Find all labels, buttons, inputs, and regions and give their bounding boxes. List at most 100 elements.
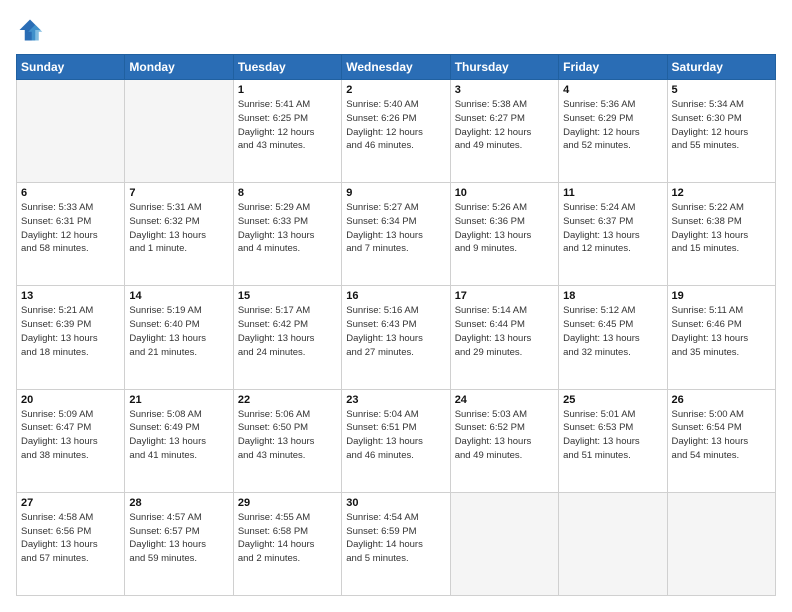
day-header-saturday: Saturday bbox=[667, 55, 775, 80]
day-info: Sunrise: 5:08 AM Sunset: 6:49 PM Dayligh… bbox=[129, 408, 228, 463]
day-cell: 20 Sunrise: 5:09 AM Sunset: 6:47 PM Dayli… bbox=[17, 389, 125, 492]
day-header-sunday: Sunday bbox=[17, 55, 125, 80]
day-cell: 1Sunrise: 5:41 AM Sunset: 6:25 PM Daylig… bbox=[233, 80, 341, 183]
day-number: 4 bbox=[563, 84, 662, 96]
day-header-tuesday: Tuesday bbox=[233, 55, 341, 80]
day-header-friday: Friday bbox=[559, 55, 667, 80]
day-info: Sunrise: 5:21 AM Sunset: 6:39 PM Dayligh… bbox=[21, 304, 120, 359]
day-info: Sunrise: 5:22 AM Sunset: 6:38 PM Dayligh… bbox=[672, 201, 771, 256]
day-cell bbox=[17, 80, 125, 183]
day-cell: 30 Sunrise: 4:54 AM Sunset: 6:59 PM Dayli… bbox=[342, 492, 450, 595]
day-info: Sunrise: 4:58 AM Sunset: 6:56 PM Dayligh… bbox=[21, 511, 120, 566]
day-cell bbox=[667, 492, 775, 595]
day-cell bbox=[559, 492, 667, 595]
day-info: Sunrise: 4:57 AM Sunset: 6:57 PM Dayligh… bbox=[129, 511, 228, 566]
day-number: 9 bbox=[346, 187, 445, 199]
week-row-5: 27 Sunrise: 4:58 AM Sunset: 6:56 PM Dayli… bbox=[17, 492, 776, 595]
day-number: 2 bbox=[346, 84, 445, 96]
calendar-table: SundayMondayTuesdayWednesdayThursdayFrid… bbox=[16, 54, 776, 596]
day-cell: 18 Sunrise: 5:12 AM Sunset: 6:45 PM Dayli… bbox=[559, 286, 667, 389]
day-number: 25 bbox=[563, 394, 662, 406]
day-info: Sunrise: 5:04 AM Sunset: 6:51 PM Dayligh… bbox=[346, 408, 445, 463]
day-header-monday: Monday bbox=[125, 55, 233, 80]
day-cell: 29Sunrise: 4:55 AM Sunset: 6:58 PM Dayli… bbox=[233, 492, 341, 595]
day-cell: 22 Sunrise: 5:06 AM Sunset: 6:50 PM Dayli… bbox=[233, 389, 341, 492]
day-cell: 10 Sunrise: 5:26 AM Sunset: 6:36 PM Dayli… bbox=[450, 183, 558, 286]
day-number: 24 bbox=[455, 394, 554, 406]
day-number: 15 bbox=[238, 290, 337, 302]
day-cell: 27 Sunrise: 4:58 AM Sunset: 6:56 PM Dayli… bbox=[17, 492, 125, 595]
day-number: 28 bbox=[129, 497, 228, 509]
day-number: 8 bbox=[238, 187, 337, 199]
day-cell: 17 Sunrise: 5:14 AM Sunset: 6:44 PM Dayli… bbox=[450, 286, 558, 389]
day-number: 30 bbox=[346, 497, 445, 509]
day-info: Sunrise: 4:54 AM Sunset: 6:59 PM Dayligh… bbox=[346, 511, 445, 566]
day-cell: 5 Sunrise: 5:34 AM Sunset: 6:30 PM Daylig… bbox=[667, 80, 775, 183]
day-number: 22 bbox=[238, 394, 337, 406]
day-cell: 16Sunrise: 5:16 AM Sunset: 6:43 PM Dayli… bbox=[342, 286, 450, 389]
day-number: 27 bbox=[21, 497, 120, 509]
day-info: Sunrise: 5:27 AM Sunset: 6:34 PM Dayligh… bbox=[346, 201, 445, 256]
logo-icon bbox=[16, 16, 44, 44]
day-info: Sunrise: 5:38 AM Sunset: 6:27 PM Dayligh… bbox=[455, 98, 554, 153]
day-cell: 15Sunrise: 5:17 AM Sunset: 6:42 PM Dayli… bbox=[233, 286, 341, 389]
logo bbox=[16, 16, 48, 44]
day-info: Sunrise: 5:36 AM Sunset: 6:29 PM Dayligh… bbox=[563, 98, 662, 153]
day-number: 14 bbox=[129, 290, 228, 302]
day-info: Sunrise: 5:06 AM Sunset: 6:50 PM Dayligh… bbox=[238, 408, 337, 463]
day-number: 13 bbox=[21, 290, 120, 302]
day-cell bbox=[450, 492, 558, 595]
day-number: 26 bbox=[672, 394, 771, 406]
day-info: Sunrise: 5:24 AM Sunset: 6:37 PM Dayligh… bbox=[563, 201, 662, 256]
day-number: 23 bbox=[346, 394, 445, 406]
week-row-2: 6 Sunrise: 5:33 AM Sunset: 6:31 PM Daylig… bbox=[17, 183, 776, 286]
day-info: Sunrise: 5:12 AM Sunset: 6:45 PM Dayligh… bbox=[563, 304, 662, 359]
day-cell: 26Sunrise: 5:00 AM Sunset: 6:54 PM Dayli… bbox=[667, 389, 775, 492]
day-info: Sunrise: 5:33 AM Sunset: 6:31 PM Dayligh… bbox=[21, 201, 120, 256]
day-number: 12 bbox=[672, 187, 771, 199]
day-info: Sunrise: 5:09 AM Sunset: 6:47 PM Dayligh… bbox=[21, 408, 120, 463]
day-header-wednesday: Wednesday bbox=[342, 55, 450, 80]
day-number: 21 bbox=[129, 394, 228, 406]
day-cell: 9 Sunrise: 5:27 AM Sunset: 6:34 PM Daylig… bbox=[342, 183, 450, 286]
day-number: 6 bbox=[21, 187, 120, 199]
day-number: 18 bbox=[563, 290, 662, 302]
day-info: Sunrise: 5:26 AM Sunset: 6:36 PM Dayligh… bbox=[455, 201, 554, 256]
day-number: 11 bbox=[563, 187, 662, 199]
day-number: 5 bbox=[672, 84, 771, 96]
day-cell: 19 Sunrise: 5:11 AM Sunset: 6:46 PM Dayli… bbox=[667, 286, 775, 389]
day-number: 7 bbox=[129, 187, 228, 199]
week-row-4: 20 Sunrise: 5:09 AM Sunset: 6:47 PM Dayli… bbox=[17, 389, 776, 492]
day-cell: 25 Sunrise: 5:01 AM Sunset: 6:53 PM Dayli… bbox=[559, 389, 667, 492]
day-info: Sunrise: 5:14 AM Sunset: 6:44 PM Dayligh… bbox=[455, 304, 554, 359]
day-cell: 8 Sunrise: 5:29 AM Sunset: 6:33 PM Daylig… bbox=[233, 183, 341, 286]
day-number: 1 bbox=[238, 84, 337, 96]
day-info: Sunrise: 5:11 AM Sunset: 6:46 PM Dayligh… bbox=[672, 304, 771, 359]
day-cell: 7Sunrise: 5:31 AM Sunset: 6:32 PM Daylig… bbox=[125, 183, 233, 286]
day-number: 3 bbox=[455, 84, 554, 96]
day-cell: 21 Sunrise: 5:08 AM Sunset: 6:49 PM Dayli… bbox=[125, 389, 233, 492]
day-cell: 14 Sunrise: 5:19 AM Sunset: 6:40 PM Dayli… bbox=[125, 286, 233, 389]
day-info: Sunrise: 5:16 AM Sunset: 6:43 PM Dayligh… bbox=[346, 304, 445, 359]
day-cell: 13 Sunrise: 5:21 AM Sunset: 6:39 PM Dayli… bbox=[17, 286, 125, 389]
day-number: 17 bbox=[455, 290, 554, 302]
calendar-header-row: SundayMondayTuesdayWednesdayThursdayFrid… bbox=[17, 55, 776, 80]
day-cell: 6 Sunrise: 5:33 AM Sunset: 6:31 PM Daylig… bbox=[17, 183, 125, 286]
day-cell: 4 Sunrise: 5:36 AM Sunset: 6:29 PM Daylig… bbox=[559, 80, 667, 183]
day-cell: 28 Sunrise: 4:57 AM Sunset: 6:57 PM Dayli… bbox=[125, 492, 233, 595]
day-number: 20 bbox=[21, 394, 120, 406]
day-cell: 12 Sunrise: 5:22 AM Sunset: 6:38 PM Dayli… bbox=[667, 183, 775, 286]
day-info: Sunrise: 5:19 AM Sunset: 6:40 PM Dayligh… bbox=[129, 304, 228, 359]
day-cell: 2 Sunrise: 5:40 AM Sunset: 6:26 PM Daylig… bbox=[342, 80, 450, 183]
header bbox=[16, 16, 776, 44]
day-number: 19 bbox=[672, 290, 771, 302]
day-info: Sunrise: 4:55 AM Sunset: 6:58 PM Dayligh… bbox=[238, 511, 337, 566]
day-number: 10 bbox=[455, 187, 554, 199]
day-info: Sunrise: 5:29 AM Sunset: 6:33 PM Dayligh… bbox=[238, 201, 337, 256]
day-info: Sunrise: 5:40 AM Sunset: 6:26 PM Dayligh… bbox=[346, 98, 445, 153]
day-cell: 24 Sunrise: 5:03 AM Sunset: 6:52 PM Dayli… bbox=[450, 389, 558, 492]
day-info: Sunrise: 5:34 AM Sunset: 6:30 PM Dayligh… bbox=[672, 98, 771, 153]
page: SundayMondayTuesdayWednesdayThursdayFrid… bbox=[0, 0, 792, 612]
day-info: Sunrise: 5:03 AM Sunset: 6:52 PM Dayligh… bbox=[455, 408, 554, 463]
day-info: Sunrise: 5:01 AM Sunset: 6:53 PM Dayligh… bbox=[563, 408, 662, 463]
